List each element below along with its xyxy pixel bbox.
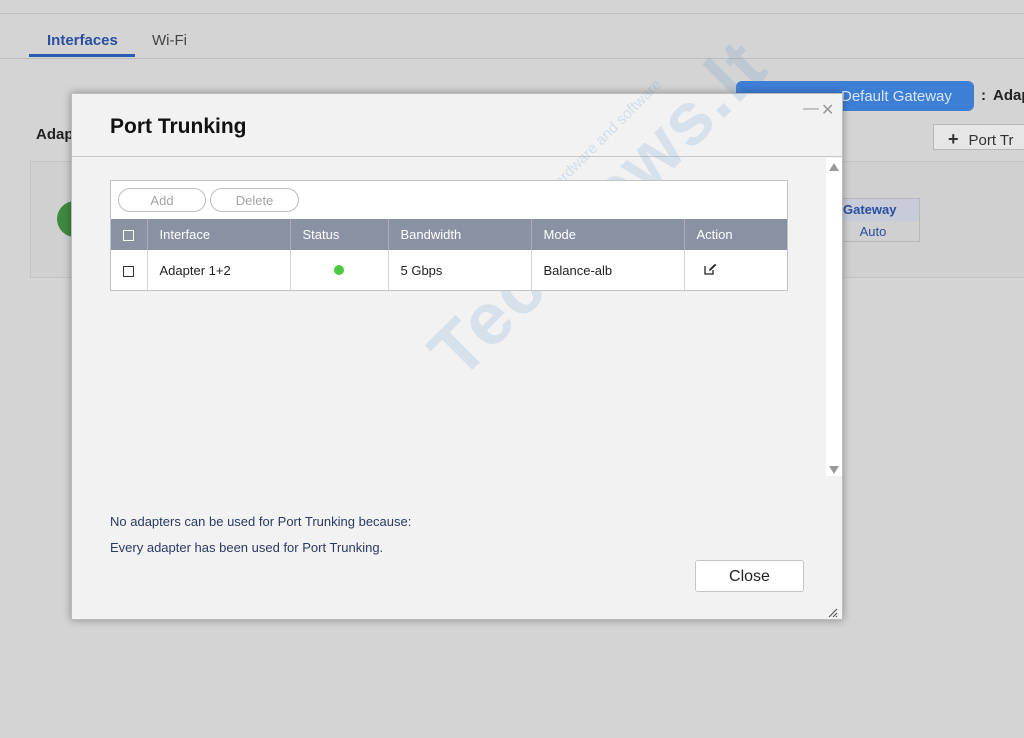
- info-message-line1: No adapters can be used for Port Trunkin…: [110, 514, 412, 529]
- port-trunking-label: Port Tr: [968, 132, 1014, 149]
- port-trunking-dialog: Port Trunking — ✕ Technews.lt Where geek…: [71, 24, 843, 620]
- status-online-icon: [333, 264, 344, 275]
- row-select-cell: [111, 250, 148, 290]
- column-bandwidth[interactable]: Bandwidth: [388, 219, 532, 250]
- select-all-column: [111, 219, 148, 250]
- dialog-scrollbar[interactable]: [826, 158, 842, 476]
- row-action-cell: [684, 250, 787, 290]
- column-interface[interactable]: Interface: [147, 219, 291, 250]
- tab-bar: Interfaces Wi-Fi: [0, 28, 1024, 59]
- add-button[interactable]: Add: [118, 188, 206, 212]
- info-message-line2: Every adapter has been used for Port Tru…: [110, 540, 384, 555]
- column-status[interactable]: Status: [290, 219, 389, 250]
- trunk-panel: Add Delete Interface Status Bandwidth Mo…: [110, 180, 788, 291]
- adapters-label: Adap: [36, 126, 74, 143]
- gateway-value: Adap: [993, 87, 1024, 104]
- port-trunking-button[interactable]: + Port Tr: [933, 124, 1024, 150]
- scroll-up-icon[interactable]: [829, 163, 839, 171]
- column-action: Action: [684, 219, 787, 250]
- close-icon[interactable]: ✕: [821, 100, 834, 120]
- select-all-checkbox[interactable]: [123, 230, 134, 242]
- row-status-cell: [290, 250, 389, 290]
- close-button[interactable]: Close: [695, 560, 804, 592]
- edit-icon[interactable]: [703, 263, 717, 275]
- column-mode[interactable]: Mode: [531, 219, 685, 250]
- gateway-colon: :: [981, 87, 986, 104]
- delete-button[interactable]: Delete: [210, 188, 299, 212]
- tab-interfaces[interactable]: Interfaces: [47, 32, 118, 49]
- title-divider: [72, 156, 842, 157]
- row-mode: Balance-alb: [531, 250, 685, 290]
- tab-wifi[interactable]: Wi-Fi: [152, 32, 187, 49]
- top-divider: [0, 13, 1024, 14]
- table-header-row: Interface Status Bandwidth Mode Action: [111, 219, 787, 250]
- row-checkbox[interactable]: [123, 265, 134, 277]
- dialog-title: Port Trunking: [110, 115, 247, 138]
- trunk-toolbar: Add Delete: [111, 181, 787, 219]
- row-interface: Adapter 1+2: [147, 250, 291, 290]
- resize-handle-icon[interactable]: [828, 605, 838, 618]
- minimize-icon[interactable]: —: [803, 100, 819, 118]
- trunk-table: Interface Status Bandwidth Mode Action A…: [111, 219, 787, 290]
- plus-icon: +: [948, 129, 959, 149]
- scroll-down-icon[interactable]: [829, 466, 839, 474]
- table-row[interactable]: Adapter 1+2 5 Gbps Balance-alb: [111, 250, 787, 290]
- row-bandwidth: 5 Gbps: [388, 250, 532, 290]
- active-tab-indicator: [29, 54, 135, 57]
